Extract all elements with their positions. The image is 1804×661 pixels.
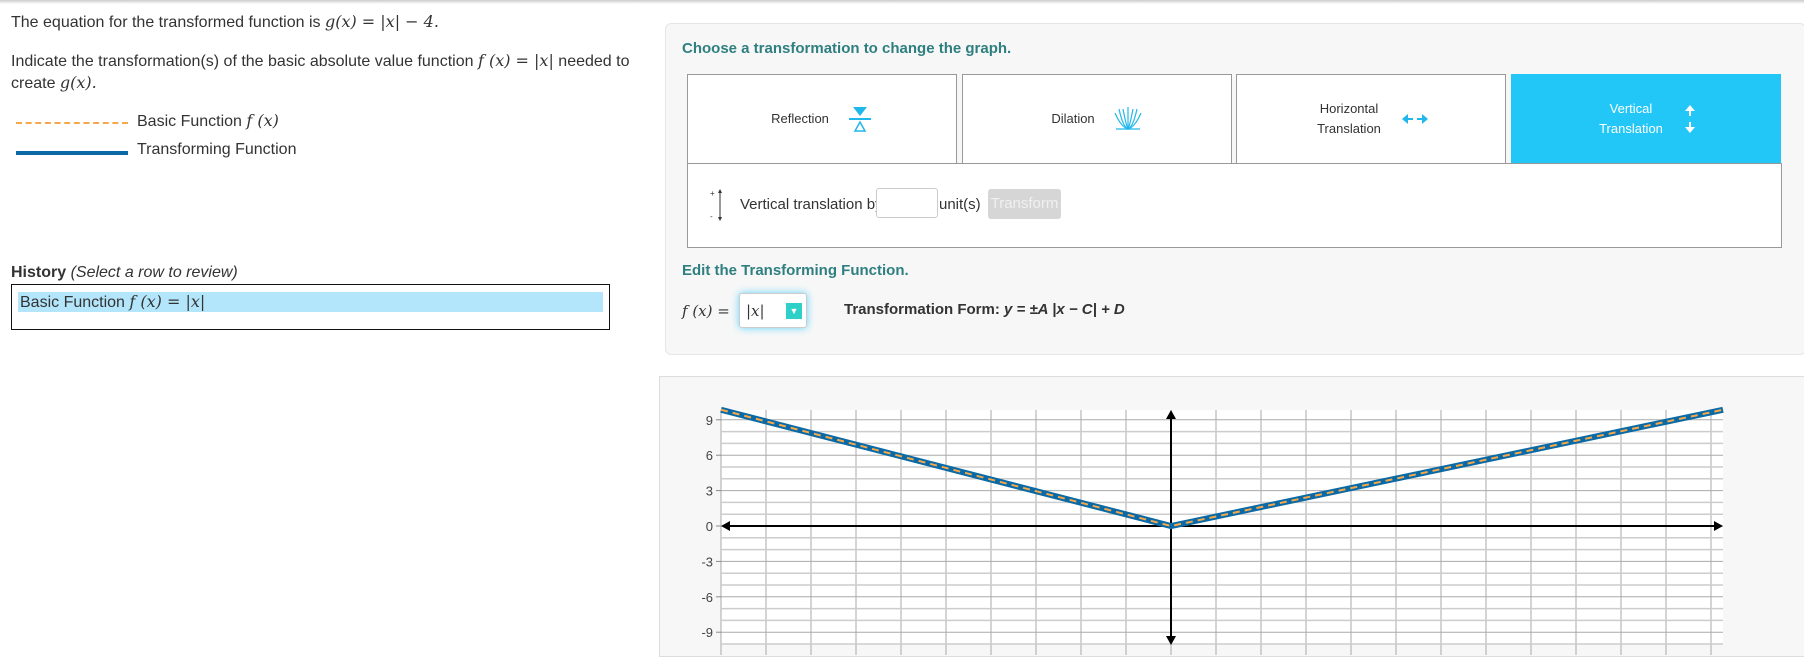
legend-basic-label: Basic Function f (x)	[137, 111, 279, 131]
translation-label: Vertical translation by	[740, 196, 883, 213]
legend-basic-line	[16, 122, 128, 124]
y-tick-label: 9	[706, 413, 713, 428]
reflection-icon	[848, 107, 871, 132]
history-heading: History (Select a row to review)	[11, 264, 238, 282]
vertical-arrows-icon	[1685, 105, 1695, 133]
vertical-translation-icon: +-	[710, 189, 722, 221]
svg-text:+: +	[710, 189, 715, 198]
history-title: History	[11, 264, 67, 281]
graph[interactable]: 9 6 3 0 -3 -6 -9	[660, 377, 1804, 656]
plot-area	[721, 410, 1723, 645]
reflection-button[interactable]: Reflection	[687, 74, 957, 164]
legend-basic-math: f (x)	[246, 111, 279, 130]
equation-statement: The equation for the transformed functio…	[11, 12, 439, 32]
transform-button[interactable]: Transform	[988, 189, 1061, 219]
history-list: Basic Function f (x) = |x|	[11, 284, 610, 330]
instruction-suffix: needed to	[553, 53, 630, 70]
instruction: Indicate the transformation(s) of the ba…	[11, 50, 651, 94]
dilation-button[interactable]: Dilation	[962, 74, 1232, 164]
history-hint: (Select a row to review)	[70, 264, 238, 281]
unit-label: unit(s)	[939, 196, 981, 213]
history-row-label: Basic Function	[20, 294, 130, 311]
chevron-down-icon[interactable]: ▼	[786, 303, 802, 319]
transformation-panel: Choose a transformation to change the gr…	[665, 23, 1804, 355]
history-row[interactable]: Basic Function f (x) = |x|	[18, 292, 603, 312]
g-math: g(x).	[59, 73, 97, 92]
fx-label: f (x) =	[682, 302, 730, 320]
f-equation: f (x) = |x|	[477, 51, 554, 70]
svg-text:-: -	[710, 212, 713, 221]
edit-heading: Edit the Transforming Function.	[682, 262, 909, 279]
y-tick-label: 6	[706, 448, 713, 463]
function-select[interactable]: |x| ▼	[739, 293, 807, 328]
history-row-math: f (x) = |x|	[129, 292, 206, 311]
transformation-form: Transformation Form: y = ±A |x − C| + D	[844, 301, 1125, 318]
button-label: Horizontal Translation	[1317, 101, 1381, 136]
form-math: y = ±A |x − C| + D	[1004, 301, 1125, 318]
form-label: Transformation Form:	[844, 301, 1005, 318]
legend-transforming-line	[16, 151, 128, 155]
horizontal-translation-button[interactable]: Horizontal Translation	[1236, 74, 1506, 164]
y-tick-label: -3	[701, 554, 713, 569]
instruction-text: Indicate the transformation(s) of the ba…	[11, 53, 478, 70]
instruction-text-2: create	[11, 75, 60, 92]
top-shadow	[0, 0, 1804, 4]
y-tick-label: 0	[706, 519, 713, 534]
y-tick-label: 3	[706, 484, 713, 499]
button-label: Vertical Translation	[1599, 101, 1663, 136]
graph-panel: 9 6 3 0 -3 -6 -9	[659, 376, 1804, 657]
selected-function: |x|	[746, 302, 765, 320]
vertical-translation-button[interactable]: Vertical Translation	[1511, 74, 1781, 164]
choose-heading: Choose a transformation to change the gr…	[682, 40, 1012, 57]
y-tick-label: -9	[701, 625, 713, 640]
dilation-icon	[1114, 107, 1142, 131]
legend-basic-text: Basic Function	[137, 113, 247, 130]
button-label: Dilation	[1051, 111, 1095, 126]
button-label: Reflection	[771, 111, 829, 126]
y-tick-label: -6	[701, 590, 713, 605]
statement-text: The equation for the transformed functio…	[11, 14, 325, 31]
horizontal-arrows-icon	[1402, 114, 1428, 124]
translation-amount-input[interactable]	[876, 188, 938, 218]
legend-transforming-label: Transforming Function	[137, 141, 297, 158]
translation-options: + - Vertical translation by unit(s) Trans…	[687, 163, 1782, 248]
g-equation: g(x) = |x| − 4.	[324, 12, 439, 31]
